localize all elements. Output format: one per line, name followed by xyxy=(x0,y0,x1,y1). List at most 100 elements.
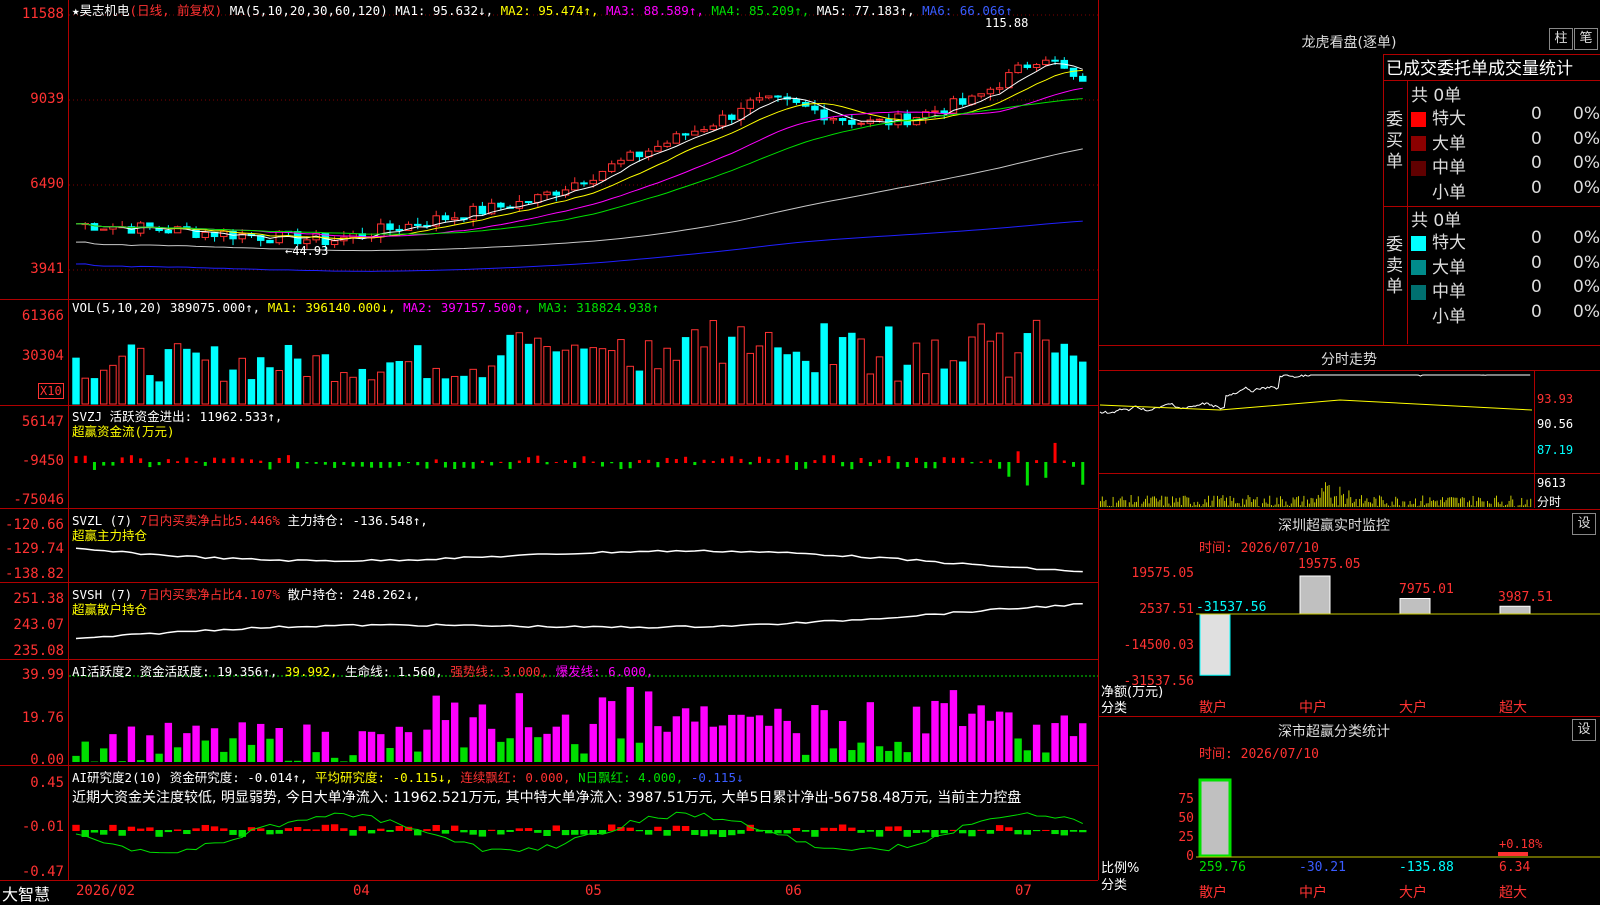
flow-bar xyxy=(961,458,964,463)
research-bar xyxy=(691,830,698,835)
vol-unit-badge[interactable]: X10 xyxy=(38,383,64,399)
volume-bar xyxy=(378,372,384,404)
volume-bar xyxy=(802,361,808,404)
pen-view-button[interactable]: 笔 xyxy=(1574,28,1598,50)
svzl-y-tick: -120.66 xyxy=(0,517,64,533)
research-bar xyxy=(303,829,310,831)
intraday-y-tick: 87.19 xyxy=(1537,443,1573,457)
activity-bar xyxy=(737,715,744,762)
sz-class-pct-label: +0.18% xyxy=(1499,837,1542,851)
divider-svsh-ai xyxy=(0,659,1098,660)
volume-bar xyxy=(525,344,531,404)
activity-bar xyxy=(322,732,329,762)
sz-monitor-settings-button[interactable]: 设 xyxy=(1572,513,1596,535)
flow-bar xyxy=(222,458,225,463)
vol-spec: VOL(5,10,20) xyxy=(72,300,162,315)
volume-bar xyxy=(507,335,513,404)
candle-body xyxy=(608,164,614,172)
order-count: 0 xyxy=(1531,153,1542,173)
flow-bar xyxy=(250,459,253,463)
ai-active-y-tick: 39.99 xyxy=(0,667,64,683)
flow-bar xyxy=(869,462,872,466)
flow-bar xyxy=(1007,462,1010,477)
stock-name[interactable]: 昊志机电 xyxy=(80,3,130,18)
volume-bar xyxy=(331,381,337,404)
research-bar xyxy=(192,828,199,831)
research-bar xyxy=(774,830,781,833)
legend-swatch xyxy=(1411,185,1426,200)
sz-class-cat: 散户 xyxy=(1199,882,1227,902)
flow-bar xyxy=(1035,460,1038,463)
activity-bar xyxy=(211,728,218,762)
activity-bar xyxy=(663,732,670,762)
candle-body xyxy=(590,180,596,183)
candle-body xyxy=(692,131,698,135)
flow-bar xyxy=(1044,462,1047,478)
research-bar xyxy=(266,830,273,834)
svzl-line xyxy=(76,548,1083,571)
activity-bar xyxy=(506,738,513,762)
activity-bar xyxy=(285,761,292,762)
activity-bar xyxy=(820,710,827,762)
research-bar xyxy=(830,828,837,831)
sz-class-settings-button[interactable]: 设 xyxy=(1572,719,1596,741)
activity-bar xyxy=(959,726,966,762)
flow-bar xyxy=(740,459,743,463)
research-bar xyxy=(885,827,892,831)
svzl-ratio: 7日内买卖净占比5.446% xyxy=(140,513,280,528)
volume-bar xyxy=(996,333,1002,404)
main-y-tick: 6490 xyxy=(0,176,64,192)
activity-bar xyxy=(128,727,135,762)
order-count: 0 xyxy=(1531,178,1542,198)
sz-monitor-side-label-2: 分类 xyxy=(1101,697,1127,716)
dragon-tiger-header: 已成交委托单成交量统计 xyxy=(1386,54,1573,79)
order-pct: 0% xyxy=(1573,302,1600,322)
flow-bar xyxy=(592,462,595,463)
activity-bar xyxy=(562,715,569,762)
sz-class-value-label: -30.21 xyxy=(1299,860,1346,875)
volume-bar xyxy=(230,370,236,404)
activity-bar xyxy=(977,705,984,762)
flow-bar xyxy=(675,459,678,463)
candle-body xyxy=(858,123,864,124)
volume-bar xyxy=(978,324,984,404)
sz-monitor-cat: 中户 xyxy=(1299,697,1327,717)
flow-bar xyxy=(897,462,900,469)
flow-bar xyxy=(379,462,382,468)
activity-bar xyxy=(488,729,495,762)
flow-bar xyxy=(333,462,336,468)
candle-body xyxy=(1080,76,1086,81)
order-count: 0 xyxy=(1531,277,1542,297)
research-bar xyxy=(479,830,486,837)
chart-mode[interactable]: (日线, 前复权) xyxy=(130,3,223,18)
research-bar xyxy=(165,830,172,832)
volume-bar xyxy=(82,378,88,404)
research-bar xyxy=(802,830,809,832)
volume-bar xyxy=(599,349,605,404)
flow-bar xyxy=(933,462,936,468)
activity-bar xyxy=(331,758,338,762)
sz-class-cat: 大户 xyxy=(1399,882,1427,902)
flow-bar xyxy=(804,462,807,469)
activity-bar xyxy=(1079,723,1086,762)
bar-view-button[interactable]: 柱 xyxy=(1549,28,1573,50)
activity-bar xyxy=(423,730,430,762)
volume-bar xyxy=(91,379,97,404)
flow-bar xyxy=(610,462,613,463)
flow-bar xyxy=(75,456,78,463)
x-tick: 2026/02 xyxy=(76,883,135,899)
candle-body xyxy=(682,134,688,135)
volume-bar xyxy=(248,380,254,404)
volume-bar xyxy=(765,332,771,404)
ma4-value: MA4: 85.209↑, xyxy=(711,3,809,18)
volume-bar xyxy=(590,348,596,404)
research-bar xyxy=(562,830,569,835)
research-bar xyxy=(257,828,264,831)
flow-bar xyxy=(776,459,779,463)
order-row: 大单00% xyxy=(1411,253,1600,278)
activity-bar xyxy=(1061,715,1068,762)
flow-bar xyxy=(1081,462,1084,485)
flow-bar xyxy=(795,462,798,470)
flow-bar xyxy=(130,455,133,463)
x-tick: 06 xyxy=(785,883,802,899)
